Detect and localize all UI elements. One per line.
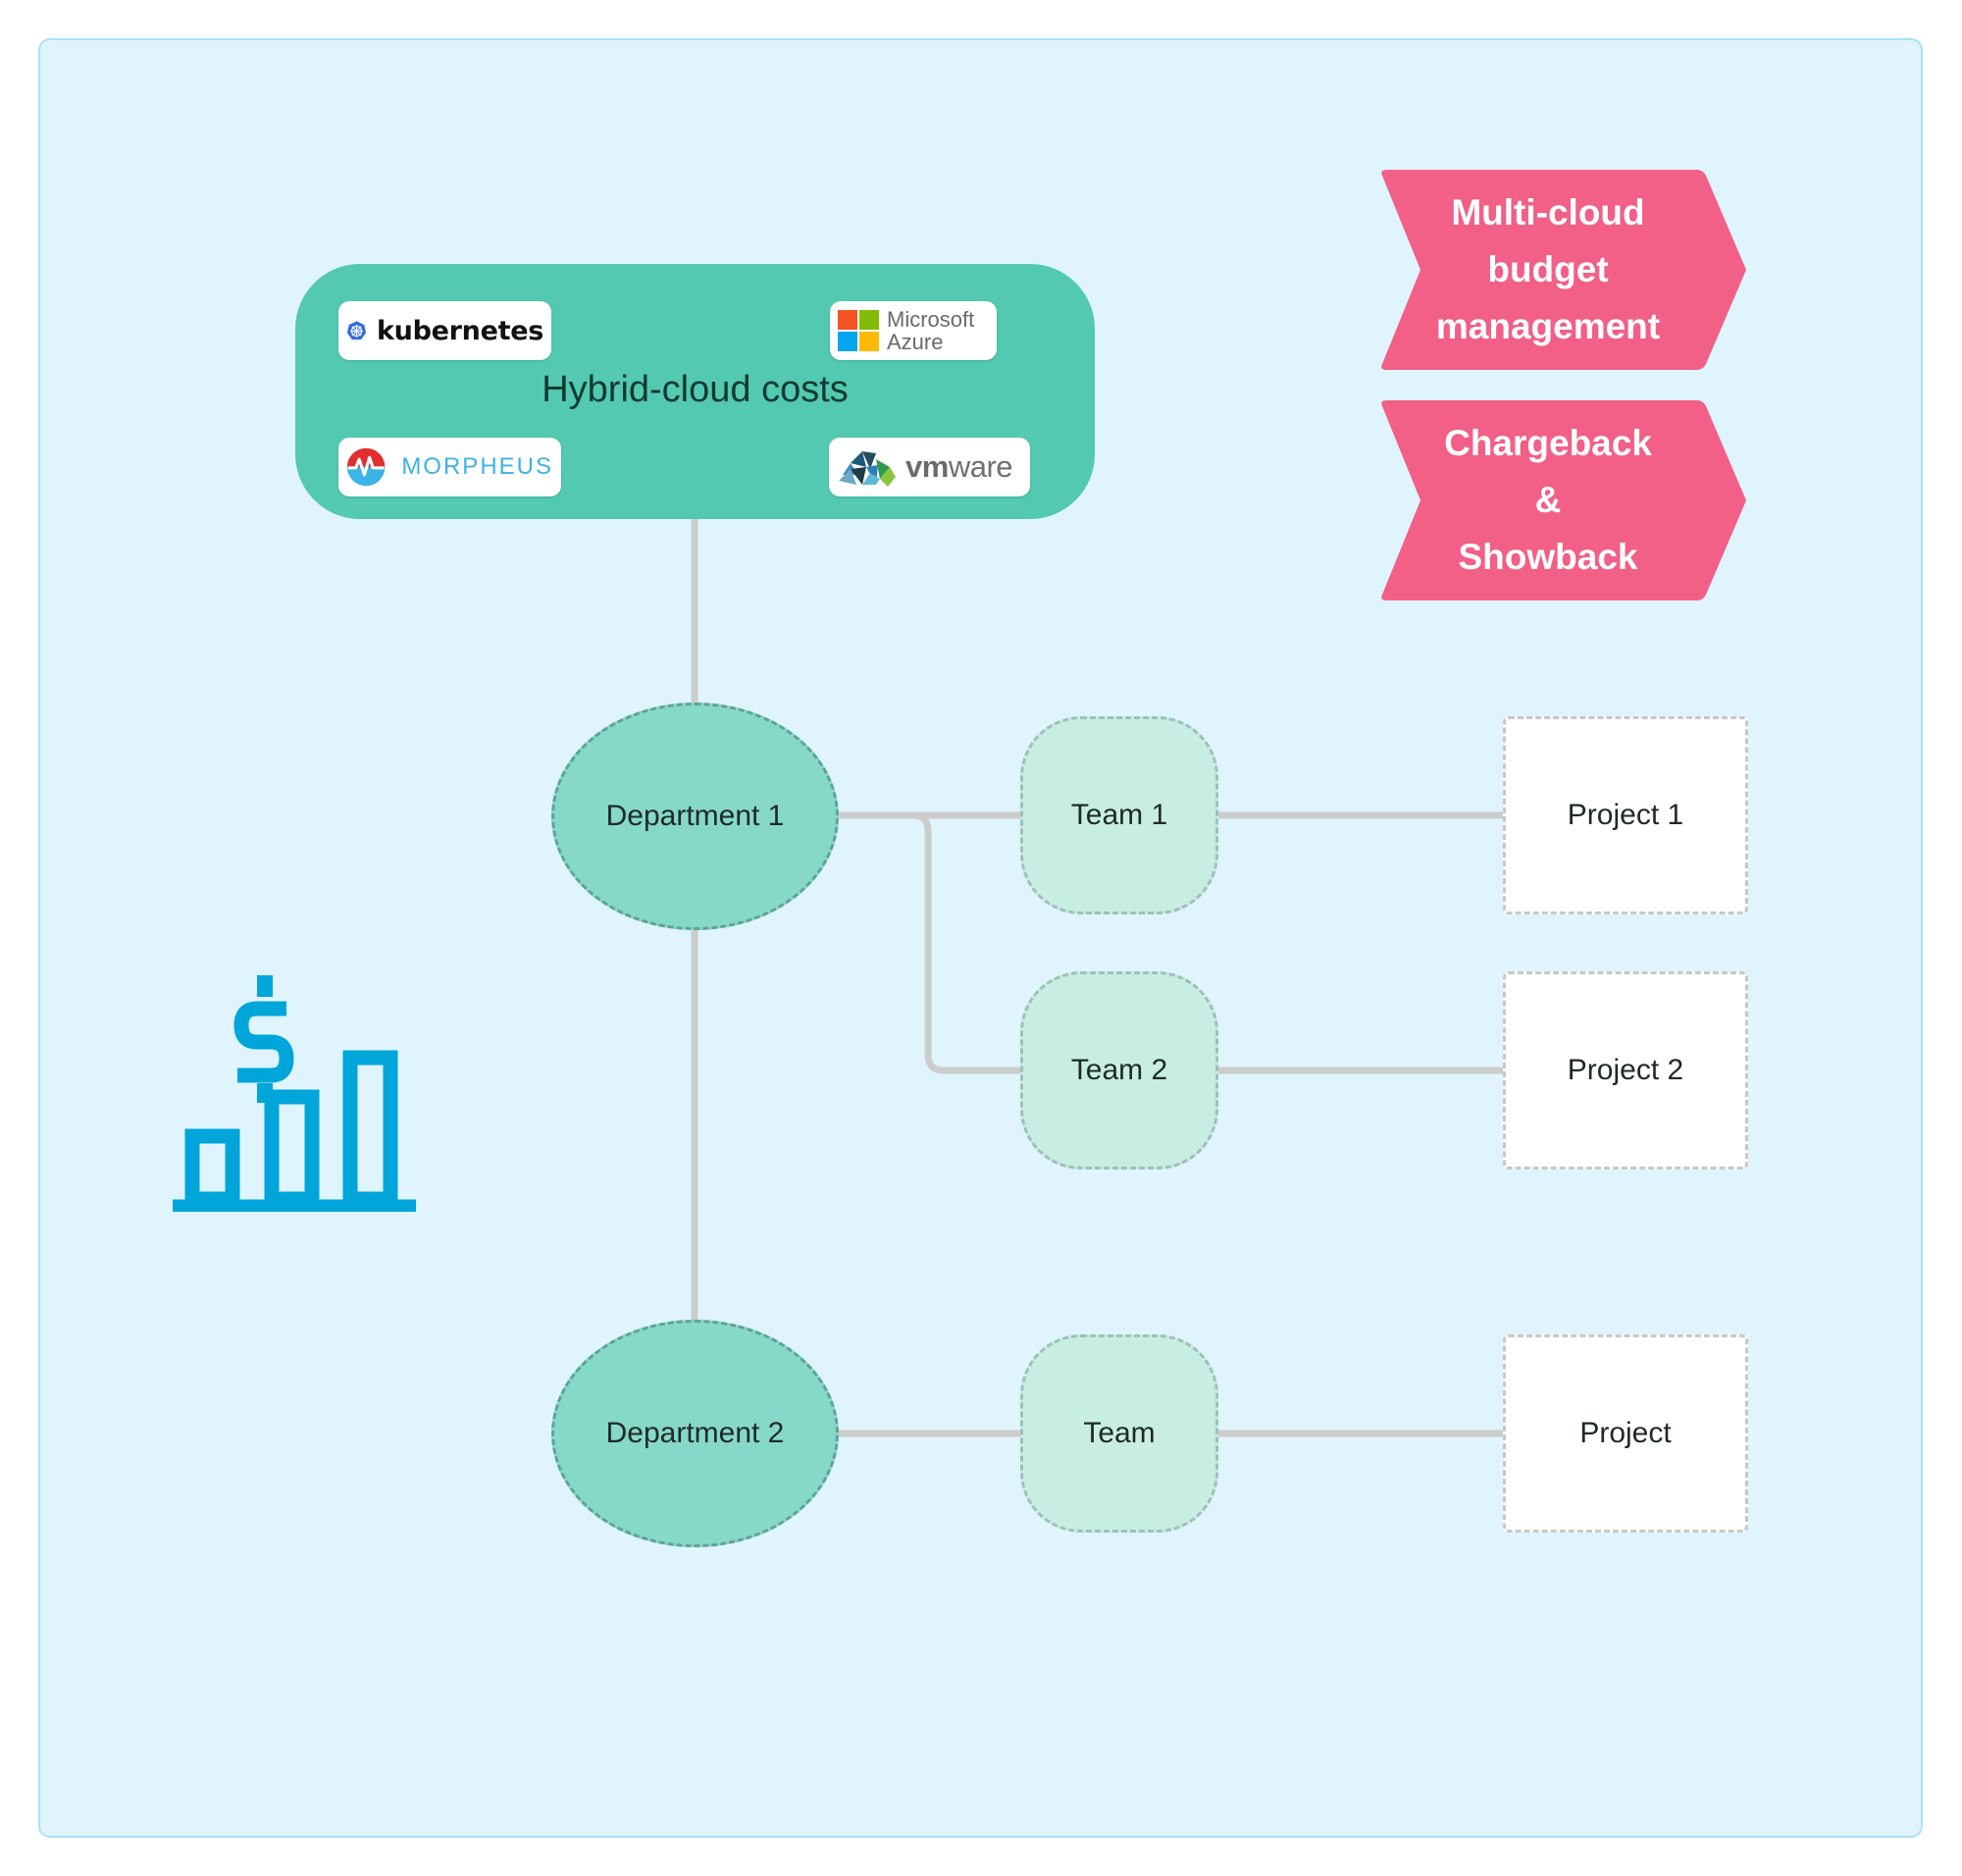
project-2-label: Project 2: [1567, 1054, 1684, 1086]
vmware-label-bold: vm: [905, 449, 949, 484]
microsoft-icon: [838, 310, 879, 351]
project-1-label: Project 1: [1567, 799, 1684, 831]
team-2-label: Team 2: [1070, 1054, 1168, 1086]
project-1-node[interactable]: Project 1: [1503, 716, 1748, 914]
vmware-logo: vmware: [829, 438, 1030, 496]
project-label: Project: [1579, 1417, 1672, 1449]
chevron1-line1: Multi-cloud: [1451, 192, 1645, 233]
hybrid-cloud-costs-node[interactable]: kubernetes Microsoft Azure Hybrid-cloud …: [295, 264, 1095, 519]
department-1-node[interactable]: Department 1: [551, 703, 839, 930]
morpheus-label: MORPHEUS: [401, 453, 553, 480]
kubernetes-label: kubernetes: [377, 315, 543, 346]
azure-label-line1: Microsoft: [887, 307, 975, 332]
morpheus-logo: MORPHEUS: [338, 438, 561, 496]
chevron1-line3: management: [1435, 306, 1661, 346]
hub-title: Hybrid-cloud costs: [542, 369, 849, 410]
project-2-node[interactable]: Project 2: [1503, 971, 1748, 1170]
chevron2-line1: Chargeback: [1444, 423, 1652, 463]
vmware-cloud-icon: [839, 451, 896, 487]
department-1-label: Department 1: [605, 800, 785, 832]
team-1-node[interactable]: Team 1: [1020, 716, 1218, 914]
team-label: Team: [1083, 1417, 1156, 1449]
azure-logo: Microsoft Azure: [830, 301, 997, 360]
vmware-label-rest: ware: [948, 449, 1013, 484]
team-node[interactable]: Team: [1020, 1334, 1218, 1533]
multi-cloud-budget-chevron[interactable]: Multi-cloud budget management: [1379, 170, 1746, 370]
project-node[interactable]: Project: [1503, 1334, 1748, 1533]
chevron1-line2: budget: [1487, 249, 1609, 289]
kubernetes-icon: [346, 321, 367, 340]
chevron2-line2: &: [1534, 480, 1562, 520]
connector-dept1-team2: [911, 811, 1021, 1074]
department-2-node[interactable]: Department 2: [551, 1320, 839, 1547]
kubernetes-logo: kubernetes: [338, 301, 551, 360]
chevron2-line3: Showback: [1458, 537, 1638, 577]
department-2-label: Department 2: [605, 1417, 785, 1449]
azure-label-line2: Azure: [887, 330, 944, 354]
morpheus-icon: [346, 447, 386, 487]
team-2-node[interactable]: Team 2: [1020, 971, 1218, 1170]
chargeback-showback-chevron[interactable]: Chargeback & Showback: [1379, 400, 1746, 600]
team-1-label: Team 1: [1070, 799, 1168, 831]
dollar-bar-chart-icon: [173, 975, 416, 1212]
